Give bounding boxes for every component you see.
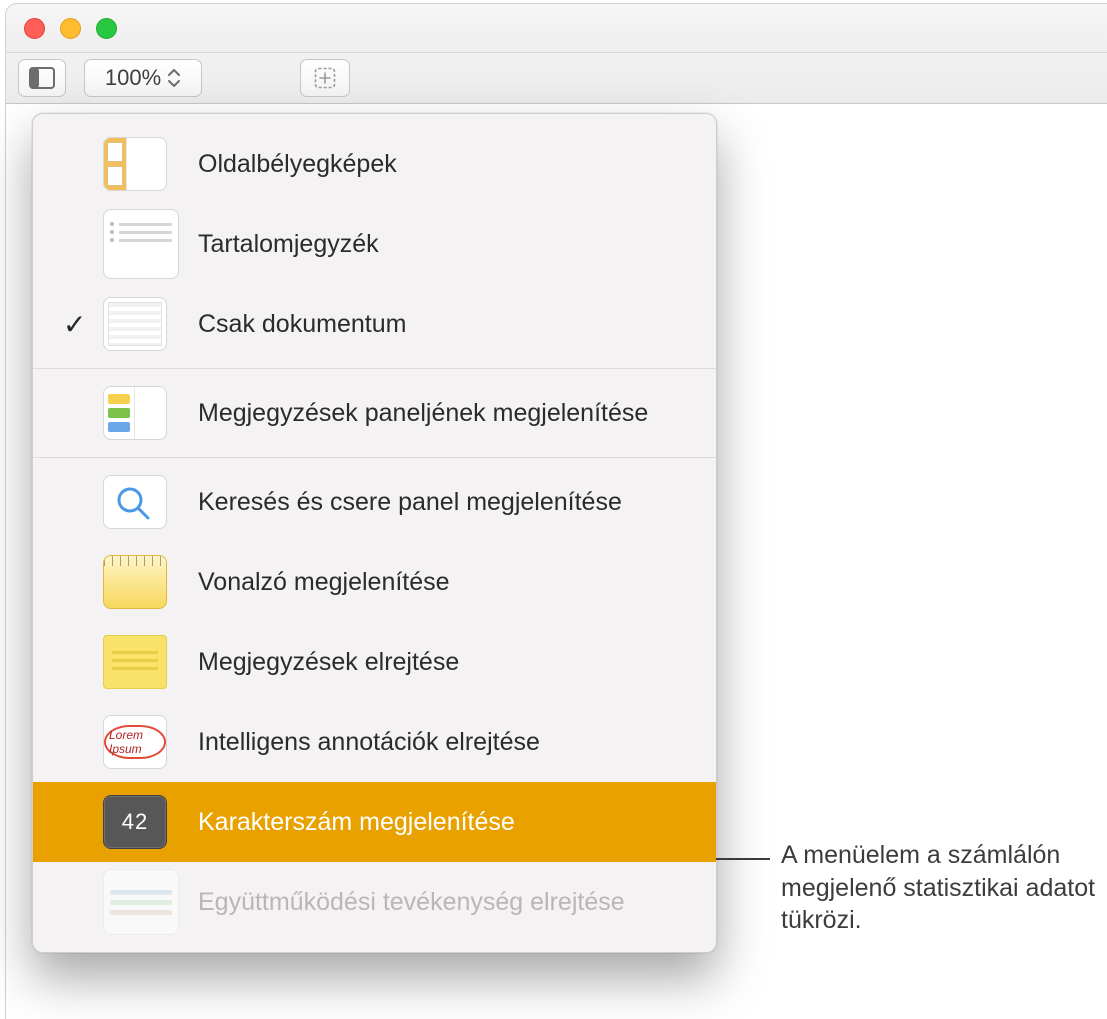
menu-item-toc[interactable]: Tartalomjegyzék	[33, 204, 716, 284]
comments-panel-icon	[103, 386, 167, 440]
menu-separator	[33, 368, 716, 369]
menu-label: Együttműködési tevékenység elrejtése	[198, 888, 625, 917]
ruler-icon	[103, 555, 167, 609]
zoom-dropdown[interactable]: 100%	[84, 59, 202, 97]
menu-label: Oldalbélyegképek	[198, 150, 397, 179]
menu-item-show-comments-panel[interactable]: Megjegyzések paneljének megjelenítése	[33, 373, 716, 453]
view-menu: Oldalbélyegképek Tartalomjegyzék ✓ Csak …	[32, 113, 717, 953]
sidebar-icon	[29, 67, 55, 89]
menu-item-hide-comments[interactable]: Megjegyzések elrejtése	[33, 622, 716, 702]
character-count-icon: 42	[103, 795, 167, 849]
checkmark-icon: ✓	[63, 308, 86, 341]
callout-leader-line	[716, 858, 770, 860]
view-menu-button[interactable]	[18, 59, 66, 97]
menu-label: Keresés és csere panel megjelenítése	[198, 488, 622, 517]
thumbnails-icon	[103, 137, 167, 191]
menu-separator	[33, 457, 716, 458]
menu-item-show-find-replace[interactable]: Keresés és csere panel megjelenítése	[33, 462, 716, 542]
toolbar: 100%	[6, 53, 1107, 104]
close-window-button[interactable]	[24, 18, 45, 39]
traffic-lights	[24, 18, 117, 39]
menu-label: Vonalzó megjelenítése	[198, 568, 450, 597]
zoom-value: 100%	[105, 65, 161, 91]
menu-item-page-thumbnails[interactable]: Oldalbélyegképek	[33, 124, 716, 204]
menu-item-document-only[interactable]: ✓ Csak dokumentum	[33, 284, 716, 364]
menu-label: Megjegyzések paneljének megjelenítése	[198, 399, 648, 428]
menu-label: Csak dokumentum	[198, 310, 406, 339]
window-titlebar	[6, 4, 1107, 53]
search-icon	[103, 475, 167, 529]
minimize-window-button[interactable]	[60, 18, 81, 39]
comment-note-icon	[103, 635, 167, 689]
smart-annotation-icon: Lorem Ipsum	[103, 715, 167, 769]
menu-item-show-character-count[interactable]: 42 Karakterszám megjelenítése	[33, 782, 716, 862]
menu-label: Tartalomjegyzék	[198, 230, 379, 259]
collab-activity-icon	[103, 869, 179, 935]
toc-icon	[103, 209, 179, 279]
callout-text: A menüelem a számlálón megjelenő statisz…	[781, 839, 1101, 937]
menu-item-show-ruler[interactable]: Vonalzó megjelenítése	[33, 542, 716, 622]
add-page-button[interactable]	[300, 59, 350, 97]
menu-label: Megjegyzések elrejtése	[198, 648, 459, 677]
menu-label: Intelligens annotációk elrejtése	[198, 728, 540, 757]
chevron-updown-icon	[167, 69, 181, 87]
menu-item-hide-collab-activity: Együttműködési tevékenység elrejtése	[33, 862, 716, 942]
maximize-window-button[interactable]	[96, 18, 117, 39]
menu-item-hide-smart-annotations[interactable]: Lorem Ipsum Intelligens annotációk elrej…	[33, 702, 716, 782]
menu-label: Karakterszám megjelenítése	[198, 808, 515, 837]
document-icon	[103, 297, 167, 351]
plus-box-icon	[314, 67, 336, 89]
